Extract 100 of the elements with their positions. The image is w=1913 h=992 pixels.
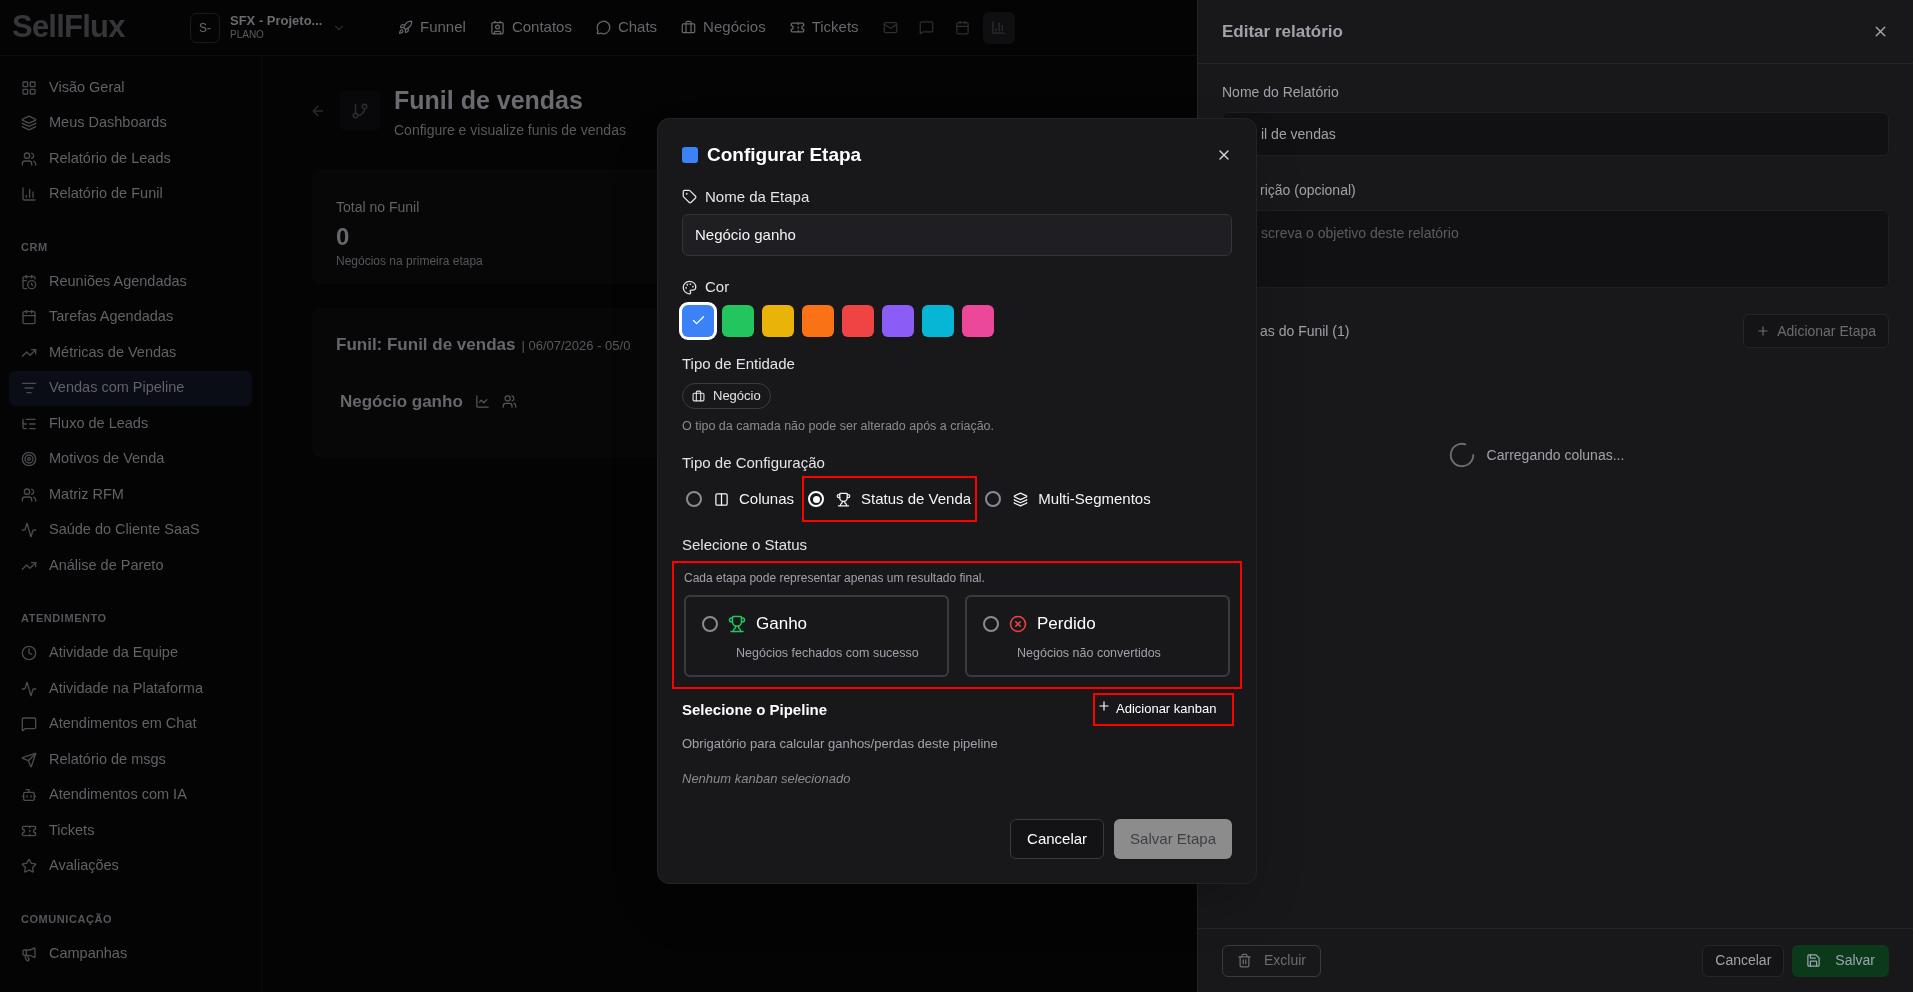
status-option-card[interactable]: Ganho Negócios fechados com sucesso <box>684 594 949 677</box>
layers-icon <box>21 115 37 132</box>
save-icon <box>1806 953 1822 968</box>
sidebar-item[interactable]: Relatório de Funil <box>9 176 252 212</box>
layers-icon <box>1013 491 1029 507</box>
option-label: Colunas <box>739 489 795 509</box>
option-label: Status de Venda <box>861 489 972 509</box>
sidebar-item[interactable]: Campanhas <box>9 936 252 972</box>
sidebar-item[interactable]: Vendas com Pipeline <box>9 370 252 406</box>
color-swatch[interactable] <box>962 304 994 337</box>
color-swatch[interactable] <box>922 304 954 337</box>
briefcase-icon <box>692 389 705 403</box>
loading-text: Carregando colunas... <box>1486 445 1625 465</box>
radio-button[interactable] <box>985 491 1002 508</box>
color-swatch[interactable] <box>682 304 714 337</box>
report-name-field[interactable]: il de vendas <box>1222 112 1889 156</box>
sidebar-item[interactable]: Fluxo de Leads <box>9 406 252 442</box>
sidebar-item[interactable]: Visão Geral <box>9 70 252 106</box>
field-label: Selecione o Status <box>682 535 809 556</box>
section-heading: CRM <box>20 239 49 255</box>
radio-button[interactable] <box>686 491 702 508</box>
users-icon[interactable] <box>501 394 517 410</box>
status-option-card[interactable]: Perdido Negócios não convertidos <box>965 594 1230 677</box>
sidebar-item[interactable]: Relatório de msgs <box>9 742 252 778</box>
ticket-icon <box>789 20 805 35</box>
option-title: Ganho <box>756 612 808 635</box>
megaphone-icon <box>21 945 37 962</box>
calendar-icon <box>955 20 971 35</box>
robot-icon <box>21 787 37 804</box>
columns-icon <box>714 491 729 507</box>
field-label: rição (opcional) <box>1259 181 1357 200</box>
stage-name-field[interactable]: Negócio ganho <box>682 214 1232 256</box>
sidebar-item[interactable]: Análise de Pareto <box>9 548 252 584</box>
calendar-icon <box>21 309 37 326</box>
sidebar-item[interactable]: Métricas de Vendas <box>9 335 252 371</box>
sidebar-item[interactable]: Avaliações <box>9 848 252 884</box>
section-heading: ATENDIMENTO <box>20 611 108 627</box>
option-description: Negócios fechados com sucesso <box>736 645 920 663</box>
trophy-icon <box>728 614 746 633</box>
field-label: Tipo de Configuração <box>682 452 826 473</box>
plus-icon <box>1097 698 1111 713</box>
bar-chart-icon <box>991 20 1007 35</box>
sidebar-item[interactable]: Matriz RFM <box>9 477 252 513</box>
x-circle-icon <box>1009 614 1027 633</box>
add-kanban-button[interactable]: Adicionar kanban <box>1093 692 1234 726</box>
color-swatch[interactable] <box>802 304 834 337</box>
save-button[interactable]: Salvar <box>1792 944 1889 977</box>
card-value: 0 <box>336 221 350 252</box>
nav-link[interactable]: Contatos <box>489 16 572 39</box>
radio-button[interactable] <box>702 615 718 632</box>
sidebar-item[interactable]: Atividade na Plataforma <box>9 671 252 707</box>
workspace-name[interactable]: SFX - Projeto... <box>230 13 323 30</box>
nav-link[interactable]: Chats <box>595 16 658 39</box>
empty-state-text: Nenhum kanban selecionado <box>682 770 852 789</box>
sidebar-item[interactable]: Atendimentos em Chat <box>9 706 252 742</box>
sidebar-item[interactable]: Reuniões Agendadas <box>9 264 252 300</box>
sidebar-item[interactable]: Motivos de Venda <box>9 441 252 477</box>
tag-icon <box>682 189 697 205</box>
field-label: Nome do Relatório <box>1222 83 1340 102</box>
pulse-icon <box>21 680 37 697</box>
send-icon <box>21 751 37 768</box>
nav-link[interactable]: Tickets <box>789 16 859 39</box>
card-caption: Negócios na primeira etapa <box>336 252 483 270</box>
sidebar-item[interactable]: Tickets <box>9 813 252 849</box>
sidebar-item[interactable]: Saúde do Cliente SaaS <box>9 512 252 548</box>
page-title: Funil de vendas <box>394 85 584 116</box>
pulse-icon <box>21 522 37 539</box>
star-icon <box>21 858 37 875</box>
field-label: Nome da Etapa <box>705 186 810 207</box>
config-option[interactable]: Status de Venda <box>802 476 978 523</box>
sidebar-item[interactable]: Meus Dashboards <box>9 105 252 141</box>
nav-link[interactable]: Funnel <box>398 16 466 39</box>
config-option[interactable]: Multi-Segmentos <box>979 476 1157 523</box>
sidebar-item[interactable]: Atividade da Equipe <box>9 635 252 671</box>
color-swatch[interactable] <box>882 304 914 337</box>
branch-icon <box>351 102 369 121</box>
field-label: Cor <box>705 277 730 297</box>
mail-icon <box>883 20 899 35</box>
target-icon <box>21 451 37 468</box>
color-swatch[interactable] <box>842 304 874 337</box>
helper-text: Cada etapa pode representar apenas um resultado final. <box>684 569 986 587</box>
add-stage-button[interactable]: Adicionar Etapa <box>1743 314 1889 348</box>
field-label: Tipo de Entidade <box>682 353 796 374</box>
rocket-icon <box>398 20 413 35</box>
sidebar-item[interactable]: Tarefas Agendadas <box>9 299 252 335</box>
section-heading: COMUNICAÇÃO <box>20 911 113 927</box>
config-option[interactable]: Colunas <box>680 476 801 523</box>
palette-icon <box>682 279 697 295</box>
users-icon <box>21 150 37 167</box>
nav-link[interactable]: Negócios <box>681 16 766 39</box>
message-icon <box>919 20 935 35</box>
radio-button[interactable] <box>983 615 999 632</box>
sidebar-item[interactable]: Relatório de Leads <box>9 141 252 177</box>
color-swatch[interactable] <box>762 304 794 337</box>
sidebar-item[interactable]: Atendimentos com IA <box>9 777 252 813</box>
calendar-clock-icon <box>21 273 37 290</box>
color-swatch[interactable] <box>722 304 754 337</box>
cancel-button[interactable]: Cancelar <box>1702 944 1785 977</box>
cancel-button[interactable]: Cancelar <box>1010 818 1105 859</box>
delete-button[interactable]: Excluir <box>1222 944 1321 977</box>
